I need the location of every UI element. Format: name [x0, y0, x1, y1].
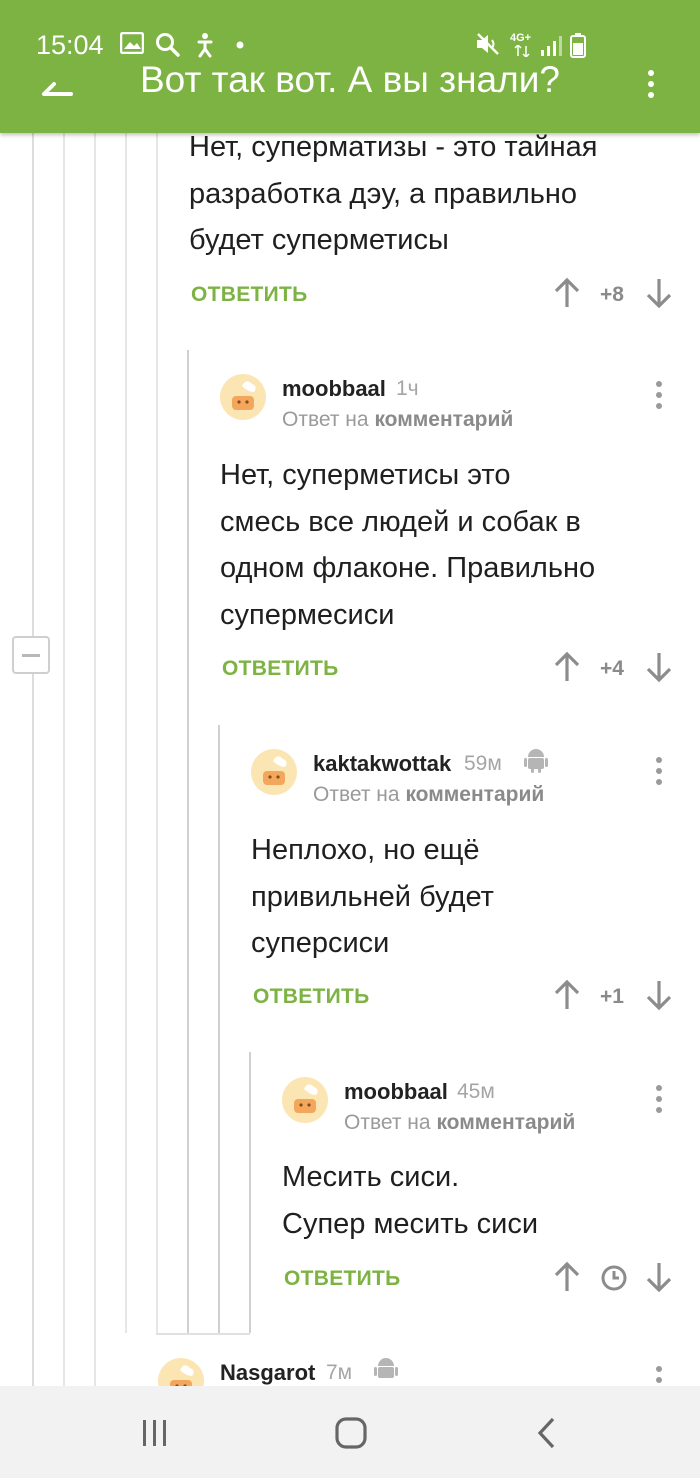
home-icon[interactable] — [334, 1416, 368, 1450]
comment-text: Месить сиси. Супер месить сиси — [282, 1161, 539, 1240]
avatar[interactable] — [282, 1077, 328, 1123]
reply-to-label: Ответ на комментарий — [282, 408, 514, 431]
comment-score: +1 — [600, 985, 624, 1008]
more-vertical-icon[interactable] — [656, 381, 662, 414]
network-type: 4G+ — [510, 32, 532, 44]
more-vertical-icon[interactable] — [656, 757, 662, 790]
collapse-thread-button[interactable] — [12, 636, 50, 674]
reply-button[interactable]: ОТВЕТИТЬ — [191, 283, 308, 307]
avatar-default-icon — [232, 381, 256, 410]
comment-time: 59м — [464, 752, 502, 775]
thread-line-7 — [218, 725, 220, 1333]
comment-time: 1ч — [396, 377, 419, 400]
notification-dot-icon — [236, 41, 244, 49]
arrow-up-icon[interactable] — [553, 651, 581, 683]
clock-icon — [601, 1265, 627, 1291]
app-header: 15:04 4G+ Вот так вот. А вы знали? — [0, 0, 700, 133]
arrow-up-icon[interactable] — [553, 277, 581, 309]
comment-time: 7м — [326, 1361, 353, 1384]
reply-button[interactable]: ОТВЕТИТЬ — [253, 985, 370, 1009]
avatar-default-icon — [294, 1084, 318, 1113]
thread-end-line — [156, 1333, 250, 1335]
reply-to-link[interactable]: комментарий — [405, 783, 544, 806]
search-icon — [156, 33, 180, 57]
comment-author[interactable]: Nasgarot — [220, 1360, 315, 1386]
comment-text: Неплохо, но ещё привильней будет суперси… — [251, 834, 494, 959]
gallery-icon — [120, 32, 144, 54]
thread-line-3 — [94, 133, 96, 1386]
arrow-down-icon[interactable] — [645, 979, 673, 1011]
signal-icon — [541, 36, 562, 56]
comment-score: +8 — [600, 283, 624, 306]
android-icon — [524, 749, 548, 773]
comment-author[interactable]: kaktakwottak — [313, 751, 451, 777]
thread-line-8 — [249, 1052, 251, 1333]
avatar[interactable] — [220, 374, 266, 420]
comment-score: +4 — [600, 657, 624, 680]
avatar-default-icon — [263, 756, 287, 785]
thread-line-5 — [156, 133, 158, 1333]
reply-to-label: Ответ на комментарий — [344, 1111, 576, 1134]
arrow-down-icon[interactable] — [645, 277, 673, 309]
comment-author[interactable]: moobbaal — [344, 1079, 448, 1105]
more-vertical-icon[interactable] — [648, 70, 654, 103]
comment-text: Нет, суперметисы это смесь все людей и с… — [220, 459, 596, 631]
thread-line-1 — [32, 133, 34, 636]
avatar[interactable] — [251, 749, 297, 795]
arrow-down-icon[interactable] — [645, 651, 673, 683]
accessibility-icon — [197, 33, 213, 58]
reply-button[interactable]: ОТВЕТИТЬ — [284, 1267, 401, 1291]
battery-icon — [570, 33, 586, 58]
system-nav-bar — [0, 1386, 700, 1478]
thread-line-1b — [32, 674, 34, 1386]
arrow-up-icon[interactable] — [553, 979, 581, 1011]
reply-button[interactable]: ОТВЕТИТЬ — [222, 657, 339, 681]
status-bar: 15:04 4G+ — [0, 0, 700, 62]
android-icon — [374, 1358, 398, 1378]
thread-line-6 — [187, 350, 189, 1333]
comment-time: 45м — [457, 1080, 495, 1103]
thread-line-4 — [125, 133, 127, 1333]
data-arrows-icon — [514, 45, 530, 57]
thread-line-2 — [63, 133, 65, 1386]
reply-to-link[interactable]: комментарий — [374, 408, 513, 431]
back-nav-icon[interactable] — [535, 1416, 559, 1450]
status-time: 15:04 — [36, 30, 104, 60]
recent-apps-icon[interactable] — [140, 1418, 170, 1448]
comment-text: Нет, суперматизы - это тайная разработка… — [189, 131, 598, 256]
arrow-up-icon[interactable] — [553, 1261, 581, 1293]
reply-to-label: Ответ на комментарий — [313, 783, 545, 806]
more-vertical-icon[interactable] — [656, 1085, 662, 1118]
arrow-down-icon[interactable] — [645, 1261, 673, 1293]
mute-icon — [477, 33, 499, 55]
reply-to-link[interactable]: комментарий — [436, 1111, 575, 1134]
comment-author[interactable]: moobbaal — [282, 376, 386, 402]
page-title: Вот так вот. А вы знали? — [140, 62, 560, 100]
back-arrow-icon[interactable] — [36, 72, 76, 102]
